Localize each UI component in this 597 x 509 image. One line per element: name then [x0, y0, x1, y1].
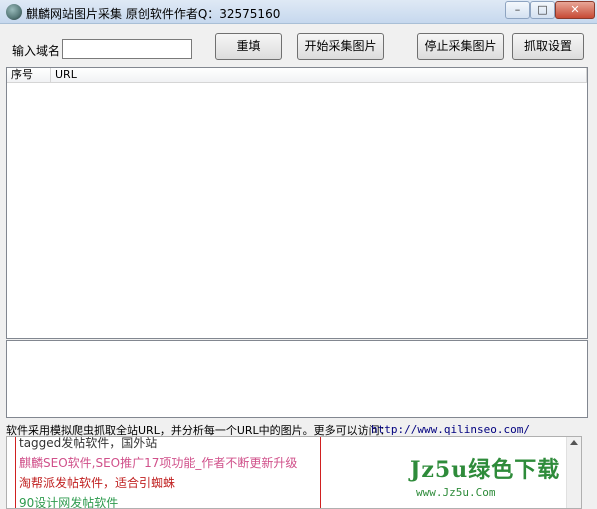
url-list[interactable]: 序号 URL: [6, 67, 588, 339]
promo-list: tagged发帖软件，国外站 麒麟SEO软件,SEO推广17项功能_作者不断更新…: [15, 437, 321, 508]
start-collect-button[interactable]: 开始采集图片: [297, 33, 384, 60]
column-header-index[interactable]: 序号: [7, 68, 51, 82]
watermark-url: www.Jz5u.Com: [416, 486, 496, 499]
promo-item[interactable]: 麒麟SEO软件,SEO推广17项功能_作者不断更新升级: [19, 454, 297, 471]
domain-input[interactable]: [62, 39, 192, 59]
domain-label: 输入域名: [12, 44, 61, 58]
promo-item[interactable]: 90设计网发帖软件: [19, 494, 118, 508]
minimize-button[interactable]: –: [505, 1, 530, 19]
close-button[interactable]: ✕: [555, 1, 595, 19]
info-link[interactable]: http://www.qilinseo.com/: [371, 423, 530, 436]
promo-item[interactable]: tagged发帖软件，国外站: [19, 437, 157, 451]
minimize-icon: –: [514, 3, 521, 16]
reset-button[interactable]: 重填: [215, 33, 282, 60]
log-textarea[interactable]: [6, 340, 588, 418]
settings-button[interactable]: 抓取设置: [512, 33, 584, 60]
list-header: 序号 URL: [7, 68, 587, 83]
app-icon: [6, 4, 22, 20]
stop-collect-button[interactable]: 停止采集图片: [417, 33, 504, 60]
promo-item[interactable]: 淘帮派发帖软件，适合引蜘蛛: [19, 474, 175, 491]
maximize-button[interactable]: □: [530, 1, 555, 19]
promo-scrollbar[interactable]: [566, 437, 581, 508]
title-bar: 麒麟网站图片采集 原创软件作者Q：32575160 – □ ✕: [0, 0, 597, 24]
scroll-up-icon[interactable]: [570, 440, 578, 445]
watermark-title: Jz5u绿色下载: [410, 457, 561, 483]
close-icon: ✕: [570, 3, 580, 16]
window-title: 麒麟网站图片采集 原创软件作者Q：32575160: [26, 7, 281, 21]
maximize-icon: □: [537, 3, 548, 16]
watermark-logo: Jz5u绿色下载 www.Jz5u.Com: [410, 452, 560, 499]
column-header-url[interactable]: URL: [51, 68, 587, 82]
